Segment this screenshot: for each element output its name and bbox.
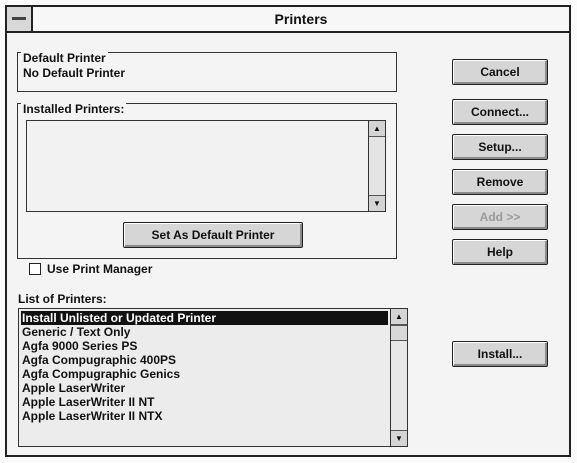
scroll-thumb[interactable]	[391, 325, 407, 341]
printers-list-scrollbar[interactable]: ▲ ▼	[390, 309, 407, 446]
default-printer-group: Default Printer No Default Printer	[17, 51, 397, 92]
window-title: Printers	[274, 11, 328, 27]
use-print-manager-checkbox[interactable]	[29, 263, 41, 275]
list-item-selected[interactable]: Install Unlisted or Updated Printer	[21, 311, 388, 325]
use-print-manager-label[interactable]: Use Print Manager	[47, 262, 152, 276]
title-bar[interactable]: Printers	[7, 7, 569, 33]
up-arrow-icon[interactable]: ▲	[391, 309, 407, 325]
list-of-printers[interactable]: Install Unlisted or Updated Printer Gene…	[18, 308, 408, 447]
list-item[interactable]: Agfa Compugraphic 400PS	[21, 353, 388, 367]
installed-printers-label: Installed Printers:	[21, 102, 127, 116]
set-as-default-printer-button[interactable]: Set As Default Printer	[123, 222, 303, 248]
default-printer-label: Default Printer	[21, 51, 108, 65]
cancel-button[interactable]: Cancel	[452, 59, 548, 85]
list-item[interactable]: Apple LaserWriter II NTX	[21, 409, 388, 423]
up-arrow-icon[interactable]: ▲	[369, 121, 385, 137]
connect-button[interactable]: Connect...	[452, 99, 548, 125]
system-menu-icon	[12, 17, 26, 20]
list-item[interactable]: Apple LaserWriter	[21, 381, 388, 395]
add-button: Add >>	[452, 204, 548, 230]
installed-printers-group: Installed Printers: ▲ ▼ Set As Default P…	[17, 102, 397, 259]
down-arrow-icon[interactable]: ▼	[369, 195, 385, 211]
system-menu-button[interactable]	[7, 7, 33, 31]
printers-dialog: Printers Default Printer No Default Prin…	[5, 5, 571, 457]
help-button[interactable]: Help	[452, 239, 548, 265]
down-arrow-icon[interactable]: ▼	[391, 430, 407, 446]
setup-button[interactable]: Setup...	[452, 134, 548, 160]
installed-printers-list[interactable]: ▲ ▼	[26, 120, 386, 212]
remove-button[interactable]: Remove	[452, 169, 548, 195]
list-item[interactable]: Agfa Compugraphic Genics	[21, 367, 388, 381]
install-button[interactable]: Install...	[452, 341, 548, 367]
installed-printers-scrollbar[interactable]: ▲ ▼	[368, 121, 385, 211]
list-item[interactable]: Apple LaserWriter II NT	[21, 395, 388, 409]
list-item[interactable]: Agfa 9000 Series PS	[21, 339, 388, 353]
list-of-printers-label: List of Printers:	[18, 292, 107, 306]
list-item[interactable]: Generic / Text Only	[21, 325, 388, 339]
default-printer-value: No Default Printer	[23, 66, 126, 80]
